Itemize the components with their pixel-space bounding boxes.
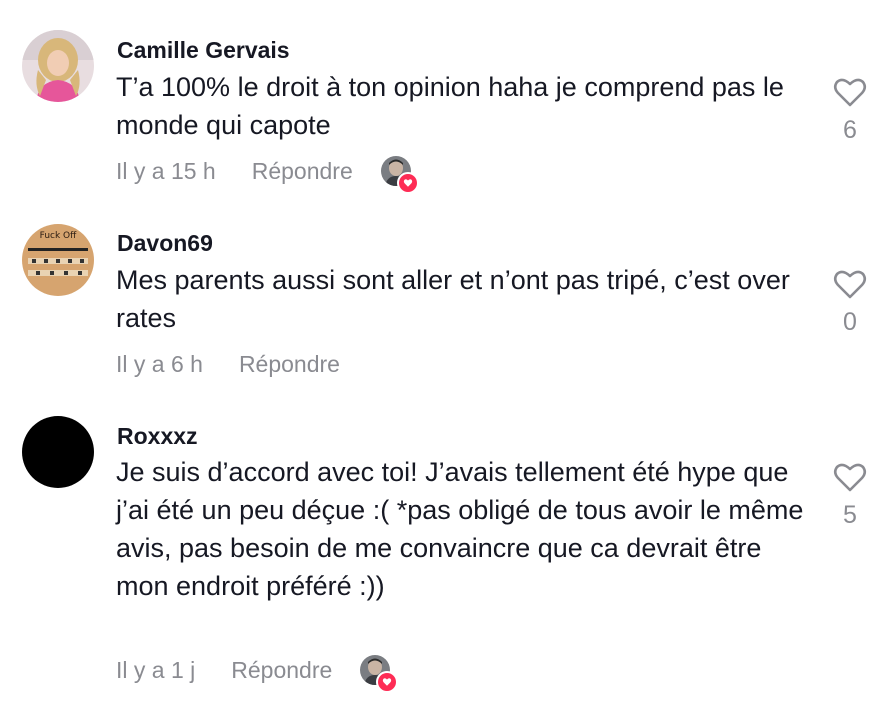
username[interactable]: Roxxxz xyxy=(117,423,198,450)
heart-badge-icon xyxy=(396,172,419,194)
comment-text: Mes parents aussi sont aller et n’ont pa… xyxy=(116,265,790,333)
like-control: 5 xyxy=(828,459,872,530)
heart-outline-icon[interactable] xyxy=(832,459,868,495)
creator-liked-avatar[interactable] xyxy=(380,156,419,194)
reply-button[interactable]: Répondre xyxy=(239,351,340,378)
comment-meta: Il y a 15 h Répondre xyxy=(116,154,419,194)
reply-button[interactable]: Répondre xyxy=(231,657,332,684)
heart-badge-icon xyxy=(376,671,399,693)
creator-liked-avatar[interactable] xyxy=(360,655,399,693)
avatar-text: Fuck Off xyxy=(39,231,77,241)
username[interactable]: Davon69 xyxy=(117,230,213,257)
like-control: 0 xyxy=(828,266,872,337)
avatar[interactable]: Fuck Off xyxy=(22,224,94,296)
comment-text: Je suis d’accord avec toi! J’avais telle… xyxy=(116,457,804,601)
avatar[interactable] xyxy=(22,416,94,488)
like-count: 6 xyxy=(843,116,857,144)
comment-text: T’a 100% le droit à ton opinion haha je … xyxy=(116,72,784,140)
like-count: 0 xyxy=(843,308,857,336)
avatar[interactable] xyxy=(22,30,94,102)
timestamp: Il y a 1 j xyxy=(116,656,196,683)
username[interactable]: Camille Gervais xyxy=(117,37,290,64)
reply-button[interactable]: Répondre xyxy=(252,158,353,185)
heart-outline-icon[interactable] xyxy=(832,74,868,110)
timestamp: Il y a 15 h xyxy=(116,157,216,184)
comment-meta: Il y a 6 h Répondre xyxy=(116,347,340,381)
heart-outline-icon[interactable] xyxy=(832,266,868,302)
like-count: 5 xyxy=(843,501,857,529)
timestamp: Il y a 6 h xyxy=(116,350,203,377)
comment-meta: Il y a 1 j Répondre xyxy=(116,653,399,693)
like-control: 6 xyxy=(828,74,872,145)
